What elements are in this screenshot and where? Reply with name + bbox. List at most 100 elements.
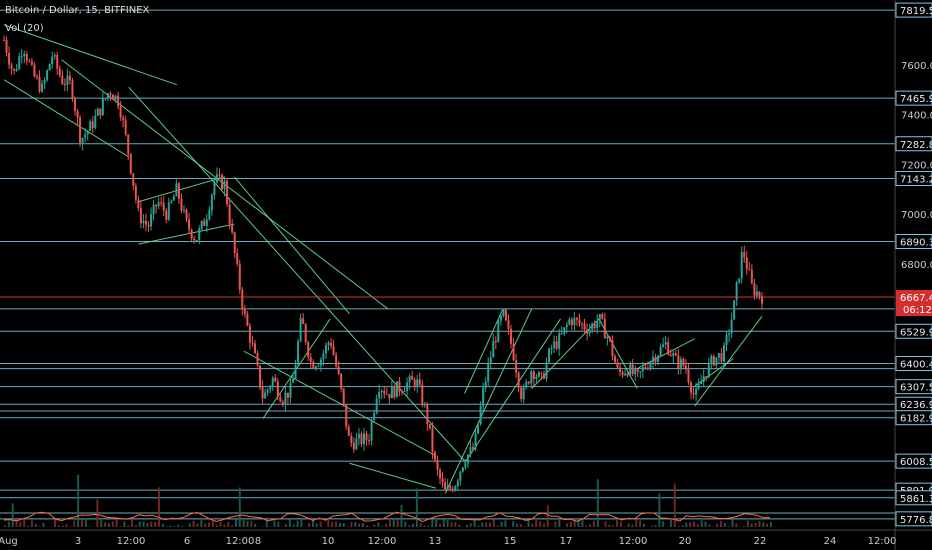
candle-body	[10, 64, 13, 69]
volume-bar	[542, 523, 545, 527]
candle-body	[489, 357, 492, 364]
volume-bar	[61, 525, 64, 527]
volume-bar	[438, 523, 441, 527]
volume-bar	[746, 520, 749, 527]
volume-bar	[589, 524, 592, 527]
volume-bar	[80, 519, 83, 527]
volume-bar	[238, 487, 241, 527]
candle-body	[368, 440, 371, 442]
candle-body	[695, 388, 698, 395]
volume-bar	[700, 520, 703, 527]
volume-bar	[719, 520, 722, 527]
volume-bar	[315, 523, 318, 527]
volume-bar	[596, 479, 599, 527]
candle-body	[147, 224, 150, 227]
volume-bar	[246, 521, 249, 527]
candle-body	[221, 174, 224, 190]
volume-bar	[300, 519, 303, 527]
candle-body	[180, 198, 183, 211]
symbol-title[interactable]: Bitcoin / Dollar, 15, BITFINEX	[5, 5, 149, 16]
volume-bar	[19, 521, 22, 527]
volume-bar	[231, 525, 234, 527]
volume-bar	[431, 519, 434, 527]
candle-body	[525, 381, 528, 388]
candle-body	[477, 424, 480, 434]
candle-body	[292, 379, 295, 383]
candle-body	[542, 373, 545, 379]
candle-body	[611, 340, 614, 357]
candle-body	[86, 130, 89, 135]
candle-body	[667, 342, 670, 355]
volume-bar	[365, 525, 368, 527]
candle-body	[406, 382, 409, 391]
volume-bar	[111, 521, 114, 527]
volume-bar	[119, 526, 122, 527]
volume-bar	[215, 524, 218, 527]
volume-bar	[292, 524, 295, 527]
candle-body	[479, 406, 482, 425]
volume-bar	[627, 523, 630, 527]
candle-body	[504, 309, 507, 321]
volume-bar	[523, 526, 526, 527]
candle-body	[360, 433, 363, 445]
candle-body	[281, 401, 284, 405]
volume-bar	[104, 522, 107, 527]
volume-bar	[435, 519, 438, 527]
candle-body	[150, 214, 153, 227]
candle-body	[616, 362, 619, 368]
candle-body	[114, 95, 117, 100]
candle-body	[603, 318, 606, 339]
candle-body	[651, 357, 654, 363]
price-chart[interactable]: 7600.0 7400.0 7200.0 7000.0 6800.0 7819.5 7465…	[0, 0, 932, 550]
candle-body	[690, 382, 693, 393]
candle-body	[188, 219, 191, 230]
candle-body	[71, 80, 74, 100]
volume-bar	[288, 519, 291, 527]
candle-body	[684, 365, 687, 370]
candle-body	[439, 469, 442, 479]
candle-body	[342, 388, 345, 404]
candle-body	[190, 229, 193, 239]
volume-bar	[766, 523, 769, 527]
volume-bar	[296, 520, 299, 527]
candle-body	[3, 39, 5, 41]
volume-bar	[404, 521, 407, 527]
candle-body	[350, 435, 353, 443]
volume-bar	[454, 522, 457, 527]
volume-bar	[658, 493, 661, 527]
volume-bar	[342, 522, 345, 527]
candle-body	[385, 393, 388, 395]
candle-body	[393, 385, 396, 398]
candle-body	[18, 56, 21, 70]
candle-body	[745, 257, 748, 270]
volume-bar	[350, 521, 353, 527]
volume-bar	[727, 526, 730, 527]
volume-bar	[27, 525, 30, 527]
candle-body	[233, 232, 236, 253]
candle-body	[715, 357, 718, 366]
candle-body	[593, 323, 596, 329]
volume-bar	[192, 520, 195, 527]
volume-bar	[512, 520, 515, 527]
candle-body	[13, 68, 16, 71]
candle-body	[548, 348, 551, 363]
candle-body	[570, 319, 573, 326]
candle-body	[383, 390, 386, 394]
volume-bar	[585, 525, 588, 527]
candle-body	[236, 252, 239, 264]
volume-bar	[77, 474, 80, 527]
candle-body	[748, 269, 751, 271]
candle-body	[527, 381, 530, 384]
candle-body	[408, 376, 411, 383]
volume-indicator-label[interactable]: Vol (20)	[5, 23, 44, 34]
volume-bar	[616, 520, 619, 527]
candle-body	[487, 363, 490, 382]
volume-bar	[42, 522, 45, 527]
volume-bar	[750, 523, 753, 527]
candle-body	[61, 75, 64, 85]
candle-body	[416, 379, 419, 388]
candle-body	[264, 392, 267, 399]
candle-body	[208, 210, 211, 220]
candle-body	[596, 320, 599, 329]
candle-body	[58, 68, 61, 76]
